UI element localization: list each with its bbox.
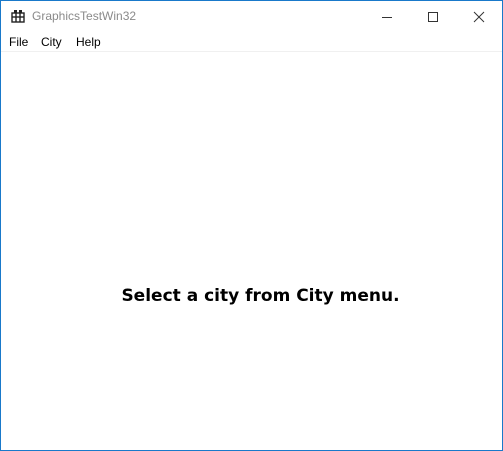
close-icon xyxy=(473,11,485,23)
maximize-button[interactable] xyxy=(410,1,456,32)
close-button[interactable] xyxy=(456,1,502,32)
menu-bar: File City Help xyxy=(1,32,502,52)
window-title: GraphicsTestWin32 xyxy=(32,9,137,23)
client-area: Select a city from City menu. xyxy=(1,52,502,450)
minimize-button[interactable] xyxy=(364,1,410,32)
maximize-icon xyxy=(428,12,438,22)
instruction-message: Select a city from City menu. xyxy=(121,286,400,306)
minimize-icon xyxy=(382,17,392,18)
menu-help[interactable]: Help xyxy=(76,34,101,50)
title-bar[interactable]: GraphicsTestWin32 xyxy=(1,1,502,32)
app-icon[interactable] xyxy=(11,9,25,23)
app-window: GraphicsTestWin32 File City Help Select … xyxy=(0,0,503,451)
menu-file[interactable]: File xyxy=(9,34,28,50)
menu-city[interactable]: City xyxy=(41,34,62,50)
